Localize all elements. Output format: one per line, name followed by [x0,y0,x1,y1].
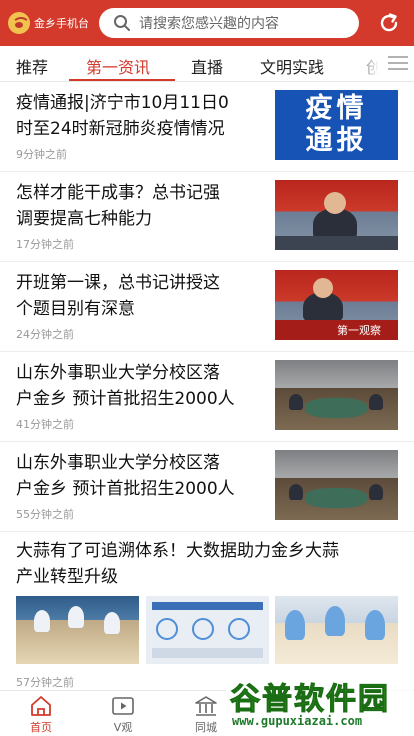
photo-person [104,612,120,634]
menu-icon[interactable] [387,54,409,72]
tabs-fade [352,46,386,80]
top-header: 金乡手机台 请搜索您感兴趣的内容 [0,0,414,46]
news-title: 山东外事职业大学分校区落 户金乡 预计首批招生2000人 [16,450,235,502]
screen-footer [152,648,263,658]
news-item[interactable]: 怎样才能干成事？总书记强 调要提高七种能力 17分钟之前 [0,172,414,262]
photo-person [369,484,383,500]
nav-video[interactable]: V观 [93,691,153,736]
news-title: 山东外事职业大学分校区落 户金乡 预计首批招生2000人 [16,360,235,412]
screen-chart [156,618,178,640]
news-item[interactable]: 开班第一课，总书记讲授这 个题目别有深意 24分钟之前 第一观察 [0,262,414,352]
news-title: 怎样才能干成事？总书记强 调要提高七种能力 [16,180,220,232]
thumbnail-text: 疫情 [305,93,368,124]
video-icon [112,697,134,715]
news-title: 大蒜有了可追溯体系！大数据助力金乡大蒜 产业转型升级 [16,538,406,590]
photo-person [369,394,383,410]
site-watermark: 谷普软件园 www.gupuxiazai.com [226,672,414,736]
search-bar[interactable]: 请搜索您感兴趣的内容 [99,8,359,38]
screen-chart [192,618,214,640]
news-title-line: 疫情通报|济宁市10月11日0 [16,93,229,113]
news-item[interactable]: 山东外事职业大学分校区落 户金乡 预计首批招生2000人 41分钟之前 [0,352,414,442]
news-thumbnail [275,180,398,250]
news-time: 55分钟之前 [16,508,74,521]
home-icon [31,696,51,716]
tab-recommend[interactable]: 推荐 [16,54,48,78]
active-tab-underline [69,79,175,81]
photo-person-head [313,278,333,298]
thumbnail-text: 通报 [305,125,368,156]
photo-conference-table [305,488,367,508]
refresh-icon[interactable] [377,11,401,35]
search-placeholder: 请搜索您感兴趣的内容 [139,16,279,32]
tab-live[interactable]: 直播 [191,54,223,78]
app-name: 金乡手机台 [34,17,89,30]
news-thumbnail [275,450,398,520]
photo-person [34,610,50,632]
news-thumbnail [275,360,398,430]
photo-person [68,606,84,628]
thumbnail-caption: 第一观察 [337,324,381,337]
news-title-line: 户金乡 预计首批招生2000人 [16,479,235,499]
app-logo[interactable]: 金乡手机台 [8,12,89,34]
news-title-line: 大蒜有了可追溯体系！大数据助力金乡大蒜 [16,541,339,561]
screen-title-bar [152,602,263,610]
news-title-line: 怎样才能干成事？总书记强 [16,183,220,203]
news-title-line: 调要提高七种能力 [16,209,152,229]
news-time: 17分钟之前 [16,238,74,251]
screen-chart [228,618,250,640]
news-title-line: 个题目别有深意 [16,299,135,319]
photo-desk [275,236,398,250]
news-time: 9分钟之前 [16,148,67,161]
nav-home[interactable]: 首页 [11,691,71,736]
news-title: 疫情通报|济宁市10月11日0 时至24时新冠肺炎疫情情况 [16,90,229,142]
tab-civilization-practice[interactable]: 文明实践 [260,54,324,78]
logo-mark-icon [8,12,30,34]
news-thumbnail: 疫情 通报 [275,90,398,160]
news-time: 24分钟之前 [16,328,74,341]
search-icon [114,15,130,31]
photo-person [289,484,303,500]
building-icon [195,696,217,716]
news-title-line: 户金乡 预计首批招生2000人 [16,389,235,409]
news-image-workers [16,596,139,664]
photo-person-head [324,192,346,214]
photo-person [285,610,305,640]
news-title: 开班第一课，总书记讲授这 个题目别有深意 [16,270,220,322]
nav-label: V观 [113,721,133,734]
news-time: 57分钟之前 [16,676,74,689]
news-item[interactable]: 疫情通报|济宁市10月11日0 时至24时新冠肺炎疫情情况 9分钟之前 疫情 通… [0,82,414,172]
photo-conference-table [305,398,367,418]
nav-label: 首页 [30,721,52,734]
news-title-line: 产业转型升级 [16,567,118,587]
watermark-logo: 谷普软件园 [230,682,390,718]
news-image-screen [146,596,269,664]
news-title-line: 山东外事职业大学分校区落 [16,363,220,383]
photo-person [365,610,385,640]
news-title-line: 开班第一课，总书记讲授这 [16,273,220,293]
news-item[interactable]: 山东外事职业大学分校区落 户金乡 预计首批招生2000人 55分钟之前 [0,442,414,532]
news-time: 41分钟之前 [16,418,74,431]
photo-person [325,606,345,636]
watermark-url: www.gupuxiazai.com [232,714,363,728]
news-title-line: 时至24时新冠肺炎疫情情况 [16,119,225,139]
news-title-line: 山东外事职业大学分校区落 [16,453,220,473]
photo-person [289,394,303,410]
tab-first-news[interactable]: 第一资讯 [86,54,150,78]
news-image-factory [275,596,398,664]
news-thumbnail: 第一观察 [275,270,398,340]
